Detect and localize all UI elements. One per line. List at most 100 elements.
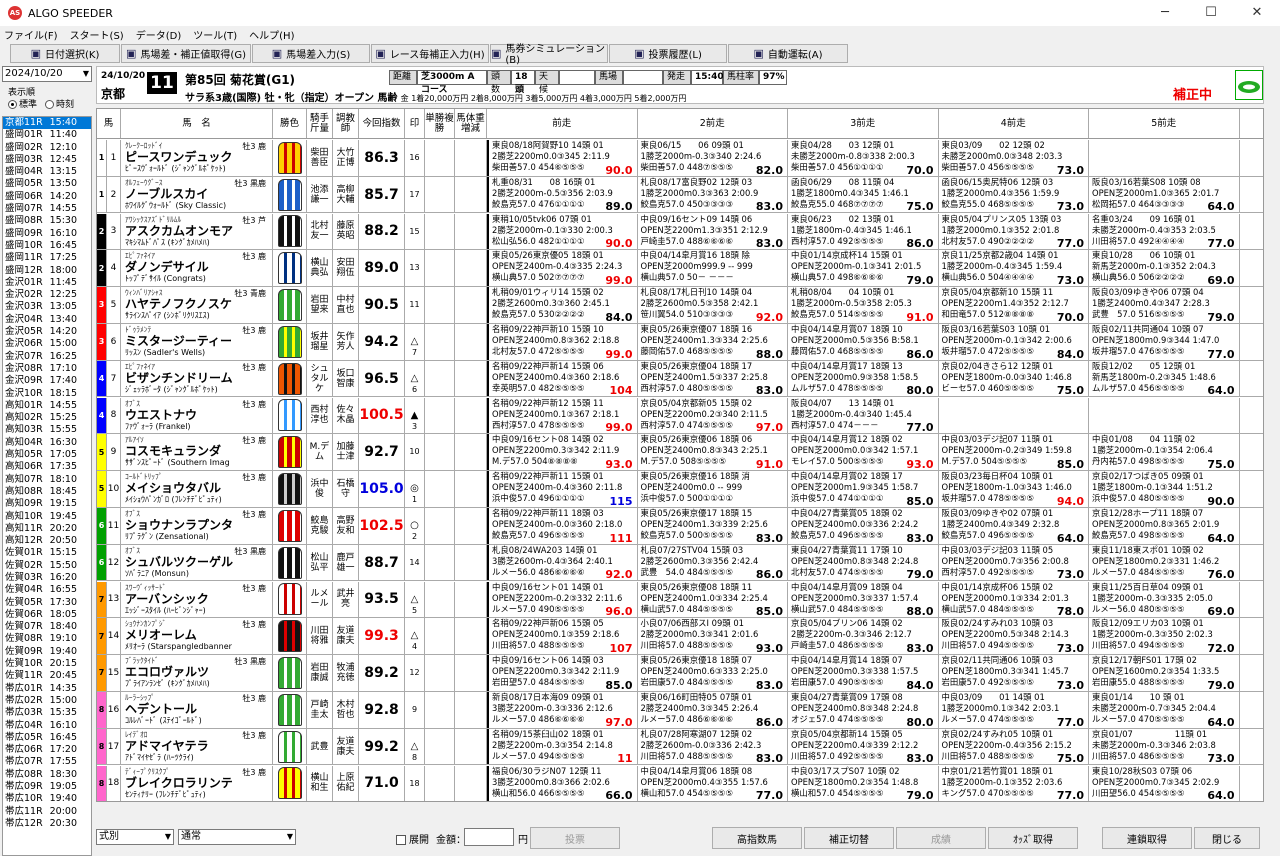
race-list-item[interactable]: 高知03R 15:55 <box>3 424 91 436</box>
race-list-item[interactable]: 高知06R 17:35 <box>3 461 91 473</box>
past-race-cell[interactable]: 中良01/14京成杯14 15頭 01 OPEN芝2000m-0.1③341 2:… <box>788 250 939 286</box>
prediction-mark[interactable]: 10 <box>405 434 425 470</box>
race-list-item[interactable]: 金沢08R 17:10 <box>3 363 91 375</box>
race-list-item[interactable]: 帯広07R 17:55 <box>3 756 91 768</box>
prediction-mark[interactable]: ▲ 3 <box>405 397 425 434</box>
past-race-cell[interactable]: 名稍09/22神戸新11 15頭 01 OPEN芝2400m-0.4③360 2:… <box>487 471 638 507</box>
past-race-cell[interactable]: 中良03/03デジ記07 11頭 01 OPEN芝2000m-0.2③349 1:… <box>939 434 1089 470</box>
sort-standard-radio[interactable]: 標準 <box>8 97 37 110</box>
past-race-cell[interactable]: 中良04/14皐月賞16 18頭 除 OPEN芝2000m999.9 -- 999… <box>638 250 788 286</box>
race-list-item[interactable]: 高知02R 15:25 <box>3 412 91 424</box>
race-list-item[interactable]: 盛岡04R 13:15 <box>3 166 91 178</box>
race-list-item[interactable]: 高知05R 17:05 <box>3 449 91 461</box>
prediction-mark[interactable]: 13 <box>405 250 425 286</box>
past-race-cell[interactable]: 東良01/14 10 頭 01 未勝芝2000m-0.7③345 2:04.4 ルメ… <box>1089 692 1240 728</box>
horse-name[interactable]: アスクカムオンモア <box>125 224 272 238</box>
past-race-cell[interactable] <box>1089 397 1240 434</box>
table-row[interactable]: 2 4 ｴﾋﾟﾌｧﾈｲｱ ダノンデサイル ﾄｯﾌﾟﾃﾞｻｲﾙ (Congrats) 牡3 … <box>97 250 1263 287</box>
past-race-cell[interactable]: 札良08/17札日刊10 14頭 04 2勝芝2600m0.5③358 2:42.… <box>638 287 788 323</box>
horse-name-cell[interactable]: ｴﾋﾟﾌｧﾈｲｱ ダノンデサイル ﾄｯﾌﾟﾃﾞｻｲﾙ (Congrats) 牡3 鹿 <box>121 250 273 286</box>
past-race-cell[interactable]: 東良03/09 02 12頭 02 未勝芝2000m0.0③348 2:03.3 柴… <box>939 140 1089 176</box>
past-race-cell[interactable]: 小良07/06西部スI 09頭 01 2勝芝2000m0.3③341 2:01.6… <box>638 618 788 654</box>
menu-item-4[interactable]: ヘルプ(H) <box>249 27 294 42</box>
race-list-item[interactable]: 帯広09R 19:05 <box>3 781 91 793</box>
past-race-cell[interactable]: 京良12/17朝FS01 17頭 02 OPEN芝1600m0.2③354 1:3… <box>1089 655 1240 691</box>
prediction-mark[interactable]: 15 <box>405 213 425 250</box>
race-list-item[interactable]: 盛岡11R 17:25 <box>3 252 91 264</box>
horse-name[interactable]: ブレイクロラリンテ <box>125 776 272 790</box>
table-row[interactable]: 7 14 ｼｮｳﾅﾝｶﾝﾌﾟｼﾞ メリオーレム ﾒﾘｵｰﾗ (Starspangledb… <box>97 618 1263 655</box>
past-race-cell[interactable]: 東良04/27青葉賞09 17頭 08 OPEN芝2400m0.8③348 2:2… <box>788 692 939 728</box>
odds-fetch-button[interactable]: ｵｯｽﾞ取得 <box>988 827 1078 849</box>
race-list-item[interactable]: 帯広10R 19:40 <box>3 793 91 805</box>
table-row[interactable]: 8 17 ﾚｲﾃﾞｵﾛ アドマイヤテラ ｱﾄﾞﾏｲﾔｾﾞﾗ (ﾊｰﾂｸﾗｲ) 牡3 鹿武豊… <box>97 728 1263 766</box>
past-race-cell[interactable]: 中良03/09 01 14頭 01 1勝芝2000m0.1③342 2:03.1 ル… <box>939 692 1089 728</box>
past-race-cell[interactable]: 阪良03/16若葉S03 10頭 01 OPEN芝2000m-0.1③342 2:… <box>939 324 1089 360</box>
prediction-mark[interactable]: 14 <box>405 544 425 581</box>
past-race-cell[interactable] <box>1089 140 1240 176</box>
menu-item-1[interactable]: スタート(S) <box>70 27 124 42</box>
horse-name[interactable]: ピースワンデュック <box>125 150 272 164</box>
horse-name[interactable]: ノーブルスカイ <box>125 187 272 201</box>
past-race-cell[interactable]: 京良05/04ブリン06 14頭 02 2勝芝2200m-0.3③346 2:12… <box>788 618 939 654</box>
race-list-item[interactable]: 佐賀03R 16:20 <box>3 572 91 584</box>
race-list-item[interactable]: 佐賀06R 18:05 <box>3 609 91 621</box>
toolbar-button-0[interactable]: ▣ 日付選択(K) <box>10 43 120 63</box>
prediction-mark[interactable]: 18 <box>405 765 425 801</box>
past-race-cell[interactable]: 中良09/16セント01 14頭 01 OPEN芝2200m-0.2③332 2:… <box>487 581 638 618</box>
past-race-cell[interactable]: 名稍09/22神戸新11 18頭 03 OPEN芝2400m-0.0③360 2:… <box>487 508 638 544</box>
race-list-item[interactable]: 帯広08R 18:30 <box>3 769 91 781</box>
past-race-cell[interactable]: 京良05/04京都新10 15頭 11 OPEN芝2200m1.4③352 2:1… <box>939 287 1089 323</box>
race-list-item[interactable]: 帯広04R 16:10 <box>3 720 91 732</box>
past-race-cell[interactable]: 東稍10/05tvk06 07頭 01 2勝芝2000m-0.1③330 2:00… <box>487 213 638 250</box>
past-race-cell[interactable]: 京良02/24すみれ05 10頭 01 OPEN芝2200m-0.4③356 2:… <box>939 728 1089 765</box>
past-race-cell[interactable]: 中良09/16セント09 14頭 06 OPEN芝2200m1.3③351 2:1… <box>638 213 788 250</box>
table-row[interactable]: 1 2 ｵﾙﾌｪｰｳｸﾞｰｽ ノーブルスカイ ﾎﾜｲﾙｸﾞｳｫｰﾙﾄﾞ (Sky Cla… <box>97 176 1263 214</box>
race-list-item[interactable]: 金沢07R 16:25 <box>3 351 91 363</box>
prediction-mark[interactable]: △ 6 <box>405 360 425 397</box>
horse-name[interactable]: ウエストナウ <box>125 408 272 422</box>
race-list-item[interactable]: 盛岡09R 16:10 <box>3 228 91 240</box>
race-list-item[interactable]: 盛岡12R 18:00 <box>3 265 91 277</box>
race-list-item[interactable]: 佐賀11R 20:45 <box>3 670 91 682</box>
horse-name[interactable]: ショウナンラプンタ <box>125 518 272 532</box>
past-race-cell[interactable]: 東良08/18阿賀野10 14頭 01 2勝芝2200m0.0③345 2:11.… <box>487 140 638 176</box>
past-race-cell[interactable]: 東良05/26東京優07 18頭 16 OPEN芝2400m1.3③334 2:2… <box>638 324 788 360</box>
horse-name-cell[interactable]: ｱﾙｱｲｿ コスモキュランダ ｻｻﾞﾝｽﾋﾟｰﾄﾞ (Southern Imag 牡3… <box>121 434 273 470</box>
horse-name[interactable]: アドマイヤテラ <box>125 739 272 753</box>
past-race-cell[interactable]: 札良08/17富良野02 12頭 03 1勝芝2000m0.3③363 2:00.… <box>638 176 788 213</box>
race-list-item[interactable]: 帯広06R 17:20 <box>3 744 91 756</box>
past-race-cell[interactable]: 京良02/17つばき05 09頭 01 1勝芝1800m-0.1③344 1:51… <box>1089 471 1240 507</box>
horse-name[interactable]: ミスタージーティー <box>125 334 272 348</box>
race-list-item[interactable]: 京都11R 15:40 <box>3 117 91 130</box>
race-list-item[interactable]: 帯広03R 15:35 <box>3 707 91 719</box>
past-race-cell[interactable]: 中良03/17スプS07 10頭 02 OPEN芝1800m0.2③354 1:4… <box>788 765 939 801</box>
menu-item-2[interactable]: データ(D) <box>136 27 182 42</box>
horse-name-cell[interactable]: ｴﾋﾟﾌｧﾈｲｱ ビザンチンドリーム ｼﾞｪｯﾗﾎﾞｰﾀ (ｼﾞｬﾝｸﾞﾙﾎﾟｹｯﾄ… <box>121 360 273 397</box>
horse-name[interactable]: エコロヴァルツ <box>125 665 272 679</box>
past-race-cell[interactable]: 札稍08/04 04 10頭 01 1勝芝2000m-0.5③358 2:05.3… <box>788 287 939 323</box>
race-list-item[interactable]: 佐賀02R 15:50 <box>3 560 91 572</box>
past-race-cell[interactable]: 京良05/04京都新05 15頭 02 OPEN芝2200m0.2③340 2:1… <box>638 397 788 434</box>
table-row[interactable]: 1 1 ｸﾚｰｸｰﾛｯﾄﾞｲ ピースワンデュック ﾋﾟｰｽｳﾞｫｰﾙﾄﾞ (ｼﾞｬﾝｸﾞ… <box>97 140 1263 177</box>
horse-name[interactable]: コスモキュランダ <box>125 444 272 458</box>
race-list-item[interactable]: 金沢03R 13:05 <box>3 301 91 313</box>
table-row[interactable]: 4 8 ｵﾌﾞｽ ウエストナウ ﾌｧｳﾞｫｰﾗ (Frankel) 牡3 鹿西村淳也 佐々木… <box>97 397 1263 435</box>
results-button[interactable]: 成績 <box>896 827 986 849</box>
past-race-cell[interactable]: 中良04/27青葉賞05 18頭 02 OPEN芝2400m0.0③336 2:2… <box>788 508 939 544</box>
horse-name-cell[interactable]: ｳｨﾝﾊﾞﾘｱｼｬｽ ハヤテノフクノスケ ｻﾗｲﾝｽﾊﾟｲｱ (ｼﾝﾎﾞﾘｸﾘｽｴｽ… <box>121 287 273 323</box>
bet-type-select[interactable]: 式別 ▼ <box>96 829 174 845</box>
table-row[interactable]: 5 9 ｱﾙｱｲｿ コスモキュランダ ｻｻﾞﾝｽﾋﾟｰﾄﾞ (Southern Imag… <box>97 434 1263 471</box>
past-race-cell[interactable]: 東良05/26東京優16 18頭 消 OPEN芝2400m0.0 -- 999 浜中… <box>638 471 788 507</box>
race-list-item[interactable]: 高知08R 18:45 <box>3 486 91 498</box>
past-race-cell[interactable]: 名重03/24 09 16頭 01 未勝芝2000m-0.4③353 2:03.5… <box>1089 213 1240 250</box>
race-list-item[interactable]: 帯広01R 14:35 <box>3 683 91 695</box>
past-race-cell[interactable]: 阪良12/09エリカ03 10頭 01 1勝芝2000m-0.3③350 2:02… <box>1089 618 1240 654</box>
past-race-cell[interactable]: 名稍09/22神戸新14 15頭 06 OPEN芝2400m0.4③360 2:1… <box>487 360 638 397</box>
past-race-cell[interactable]: 名稍09/22神戸新06 15頭 05 OPEN芝2400m0.1③359 2:1… <box>487 618 638 654</box>
past-race-cell[interactable]: 中良04/14皐月賞09 18頭 04 OPEN芝2000m0.3③337 1:5… <box>788 581 939 618</box>
close-dialog-button[interactable]: 閉じる <box>1194 827 1260 849</box>
table-row[interactable]: 8 16 ﾙｰﾗｰｼｯﾌﾟ ヘデントール ｺﾙﾚﾊﾞｰﾄﾞ (ｽﾃｲｺﾞｰﾙﾄﾞ) 牡3 … <box>97 692 1263 729</box>
race-list-item[interactable]: 金沢10R 18:15 <box>3 388 91 400</box>
race-list-item[interactable]: 佐賀04R 16:55 <box>3 584 91 596</box>
